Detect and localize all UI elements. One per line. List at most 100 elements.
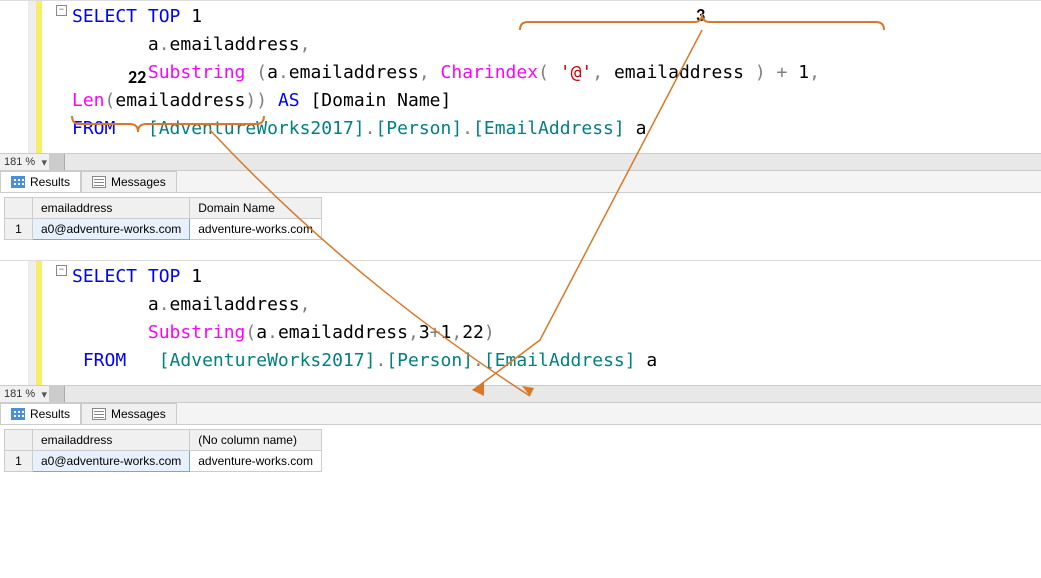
fn-charindex: Charindex — [441, 62, 539, 83]
results-table-top[interactable]: emailaddress Domain Name 1 a0@adventure-… — [4, 197, 322, 240]
lit-3: 3 — [419, 322, 430, 343]
results-table-bottom[interactable]: emailaddress (No column name) 1 a0@adven… — [4, 429, 322, 472]
cell-nocol[interactable]: adventure-works.com — [190, 451, 322, 472]
results-icon — [11, 176, 25, 188]
comma2: , — [419, 62, 430, 83]
kw-from-b: FROM — [83, 350, 126, 371]
kw-from: FROM — [72, 118, 115, 139]
tab-results[interactable]: Results — [0, 171, 81, 192]
code-area-top[interactable]: SELECT TOP 1 a.emailaddress, Substring (… — [40, 1, 1041, 153]
results-tabs-bottom: Results Messages — [0, 403, 1041, 425]
kw-top: TOP — [148, 6, 181, 27]
tab-messages-label-b: Messages — [111, 407, 166, 421]
tab-results-label: Results — [30, 175, 70, 189]
table-header-row-b: emailaddress (No column name) — [5, 430, 322, 451]
col-email-b1: emailaddress — [170, 294, 300, 315]
results-tabs-top: Results Messages — [0, 171, 1041, 193]
alias-a-b: a — [148, 294, 159, 315]
kw-select-b: SELECT — [72, 266, 137, 287]
horizontal-scrollbar-b[interactable] — [49, 386, 1041, 402]
col-email2: emailaddress — [289, 62, 419, 83]
cell-domain[interactable]: adventure-works.com — [190, 219, 322, 240]
table-row-b[interactable]: 1 a0@adventure-works.com adventure-works… — [5, 451, 322, 472]
alias-a-b3: a — [646, 350, 657, 371]
results-pane-bottom: emailaddress (No column name) 1 a0@adven… — [0, 425, 1041, 492]
zoom-dropdown-icon[interactable]: ▾ — [39, 156, 49, 169]
fn-substring: Substring — [148, 62, 246, 83]
schema-b: [Person] — [386, 350, 473, 371]
col-header-nocol[interactable]: (No column name) — [190, 430, 322, 451]
comma3: , — [592, 62, 603, 83]
col-header-email[interactable]: emailaddress — [33, 198, 190, 219]
lit-22: 22 — [462, 322, 484, 343]
row-number: 1 — [5, 219, 33, 240]
table-header-row: emailaddress Domain Name — [5, 198, 322, 219]
alias-a-b2: a — [256, 322, 267, 343]
tab-messages-label: Messages — [111, 175, 166, 189]
dot-b3: . — [375, 350, 386, 371]
str-at: '@' — [560, 62, 593, 83]
fn-len: Len — [72, 90, 105, 111]
op-plus: + — [777, 62, 788, 83]
db-name-b: [AdventureWorks2017] — [159, 350, 376, 371]
messages-icon-b — [92, 408, 106, 420]
kw-as: AS — [278, 90, 300, 111]
cell-email[interactable]: a0@adventure-works.com — [33, 219, 190, 240]
code-area-bottom[interactable]: SELECT TOP 1 a.emailaddress, Substring(a… — [40, 261, 1041, 385]
dot-b2: . — [267, 322, 278, 343]
lparen2: ( — [538, 62, 549, 83]
alias-a3: a — [636, 118, 647, 139]
lit-1: 1 — [191, 6, 202, 27]
lparen3: ( — [105, 90, 116, 111]
results-pane-top: emailaddress Domain Name 1 a0@adventure-… — [0, 193, 1041, 260]
sql-editor-top: − SELECT TOP 1 a.emailaddress, Substring… — [0, 0, 1041, 153]
tab-results-label-b: Results — [30, 407, 70, 421]
comma-b2: , — [408, 322, 419, 343]
dot-b4: . — [473, 350, 484, 371]
col-header-email-b[interactable]: emailaddress — [33, 430, 190, 451]
tab-results-b[interactable]: Results — [0, 403, 81, 424]
col-header-domain[interactable]: Domain Name — [190, 198, 322, 219]
collapse-toggle[interactable]: − — [56, 5, 67, 16]
col-email3: emailaddress — [614, 62, 744, 83]
cell-email-b[interactable]: a0@adventure-works.com — [33, 451, 190, 472]
collapse-toggle-b[interactable]: − — [56, 265, 67, 276]
row-number-b: 1 — [5, 451, 33, 472]
zoom-dropdown-icon-b[interactable]: ▾ — [39, 388, 49, 401]
zoom-bar-top: 181 % ▾ — [0, 153, 1041, 171]
kw-select: SELECT — [72, 6, 137, 27]
table-name: [EmailAddress] — [473, 118, 625, 139]
editor-gutter — [0, 1, 40, 153]
fn-substring-b: Substring — [148, 322, 246, 343]
rparen2: ) — [755, 62, 766, 83]
tab-messages[interactable]: Messages — [81, 171, 177, 192]
zoom-bar-bottom: 181 % ▾ — [0, 385, 1041, 403]
rparen-b1: ) — [484, 322, 495, 343]
dot2: . — [278, 62, 289, 83]
alias-a: a — [148, 34, 159, 55]
col-email-b2: emailaddress — [278, 322, 408, 343]
col-email4: emailaddress — [115, 90, 245, 111]
messages-icon — [92, 176, 106, 188]
comma: , — [300, 34, 311, 55]
editor-gutter-b — [0, 261, 40, 385]
rparen4: ) — [256, 90, 267, 111]
dot: . — [159, 34, 170, 55]
db-name: [AdventureWorks2017] — [148, 118, 365, 139]
tab-messages-b[interactable]: Messages — [81, 403, 177, 424]
comma4: , — [809, 62, 820, 83]
zoom-level-b[interactable]: 181 % — [0, 388, 39, 400]
comma-b1: , — [300, 294, 311, 315]
sql-editor-bottom: − SELECT TOP 1 a.emailaddress, Substring… — [0, 260, 1041, 385]
rownum-header-b — [5, 430, 33, 451]
alias-a2: a — [267, 62, 278, 83]
rownum-header — [5, 198, 33, 219]
schema-name: [Person] — [375, 118, 462, 139]
lparen: ( — [256, 62, 267, 83]
table-row[interactable]: 1 a0@adventure-works.com adventure-works… — [5, 219, 322, 240]
table-b: [EmailAddress] — [484, 350, 636, 371]
zoom-level[interactable]: 181 % — [0, 156, 39, 168]
dot-b1: . — [159, 294, 170, 315]
horizontal-scrollbar[interactable] — [49, 154, 1041, 170]
alias-domain: [Domain Name] — [310, 90, 451, 111]
